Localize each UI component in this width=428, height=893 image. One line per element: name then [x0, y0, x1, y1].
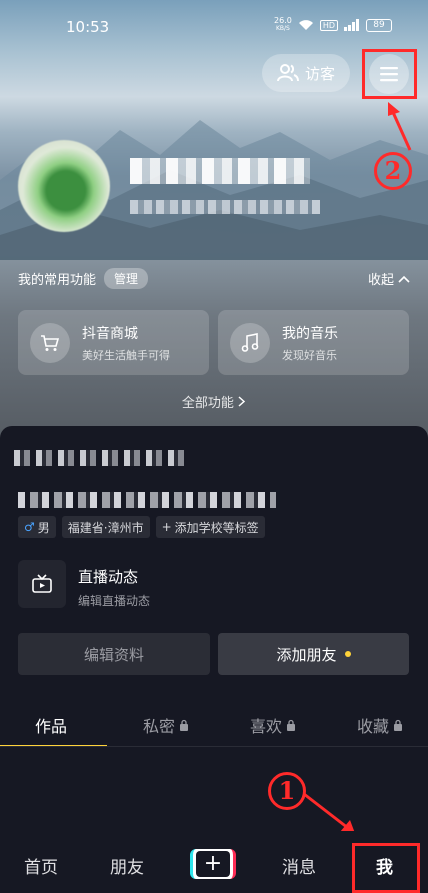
user-id-pixelated: [130, 200, 320, 214]
battery-icon: 89: [366, 18, 392, 32]
live-title: 直播动态: [78, 568, 139, 586]
shopping-cart-icon: [30, 322, 70, 363]
net-speed: 26.0 KB/S: [274, 17, 292, 33]
plus-icon: +: [161, 520, 172, 534]
nav-home[interactable]: 首页: [24, 853, 58, 878]
music-note-icon: [230, 322, 270, 363]
status-time: 10:53: [66, 18, 110, 36]
lock-icon: [394, 719, 403, 731]
hd-badge: HD: [319, 19, 338, 31]
tabs-divider: [0, 746, 428, 747]
all-functions-link[interactable]: 全部功能: [0, 392, 428, 411]
add-friend-button[interactable]: 添加朋友: [218, 633, 409, 675]
annotation-box-me: [352, 843, 420, 893]
status-bar: 10:53 26.0 KB/S HD 89: [0, 0, 428, 50]
gender-label: 男: [37, 520, 50, 535]
lock-icon: [180, 719, 189, 731]
avatar[interactable]: [18, 140, 110, 232]
annotation-arrow-2: [388, 102, 412, 151]
annotation-box-menu: [362, 49, 417, 99]
add-tag-label: 添加学校等标签: [174, 520, 259, 535]
manage-button[interactable]: 管理: [104, 267, 149, 289]
pixelated-stats: [14, 450, 186, 466]
function-card-title: 我的音乐: [282, 325, 338, 342]
common-functions-header: 我的常用功能 管理 收起: [18, 266, 410, 290]
visitor-label: 访客: [304, 64, 335, 83]
live-subtitle: 编辑直播动态: [78, 594, 151, 608]
create-button[interactable]: +: [190, 849, 236, 879]
tab-favorites[interactable]: 收藏: [357, 713, 403, 737]
gender-tag: ♂ 男: [18, 516, 56, 538]
lock-icon: [287, 719, 296, 731]
tab-label: 收藏: [357, 717, 390, 736]
net-speed-unit: KB/S: [275, 25, 290, 32]
male-icon: ♂: [24, 520, 35, 534]
function-card-music[interactable]: 我的音乐 发现好音乐: [218, 310, 409, 375]
profile-tags: ♂ 男 福建省·漳州市 + 添加学校等标签: [18, 516, 265, 538]
visitors-icon: [276, 64, 299, 82]
tab-label: 私密: [143, 717, 176, 736]
function-card-subtitle: 发现好音乐: [282, 348, 337, 362]
signal-icon: [344, 19, 359, 31]
collapse-label: 收起: [367, 273, 394, 288]
add-tag-button[interactable]: + 添加学校等标签: [155, 516, 265, 538]
nav-friends[interactable]: 朋友: [110, 853, 144, 878]
chevron-up-icon: [398, 275, 410, 283]
tab-works[interactable]: 作品: [35, 713, 67, 737]
wifi-icon: [298, 20, 313, 30]
tab-likes[interactable]: 喜欢: [250, 713, 296, 737]
function-card-subtitle: 美好生活触手可得: [82, 348, 170, 362]
live-updates-row[interactable]: 直播动态 编辑直播动态: [18, 560, 410, 610]
content-tabs: 作品 私密 喜欢 收藏: [0, 705, 428, 747]
tab-label: 作品: [35, 717, 68, 736]
notification-dot: [344, 651, 351, 657]
location-tag: 福建省·漳州市: [61, 516, 150, 538]
tab-private[interactable]: 私密: [143, 713, 189, 737]
visitor-button[interactable]: 访客: [262, 54, 350, 92]
username-pixelated: [130, 158, 310, 184]
plus-icon: +: [196, 851, 230, 877]
status-icons: 26.0 KB/S HD 89: [274, 17, 392, 33]
function-card-title: 抖音商城: [82, 325, 138, 342]
edit-profile-button[interactable]: 编辑资料: [18, 633, 210, 675]
annotation-number-2: 2: [374, 152, 412, 190]
function-card-shop[interactable]: 抖音商城 美好生活触手可得: [18, 310, 209, 375]
net-speed-value: 26.0: [274, 16, 292, 25]
common-functions-title: 我的常用功能: [18, 272, 97, 288]
nav-messages[interactable]: 消息: [282, 853, 316, 878]
pixelated-bio: [18, 492, 276, 508]
all-functions-label: 全部功能: [181, 396, 234, 411]
chevron-right-icon: [238, 396, 246, 407]
add-friend-label: 添加朋友: [276, 645, 337, 664]
tab-label: 喜欢: [250, 717, 283, 736]
tv-icon: [18, 560, 66, 608]
collapse-button[interactable]: 收起: [368, 269, 410, 288]
